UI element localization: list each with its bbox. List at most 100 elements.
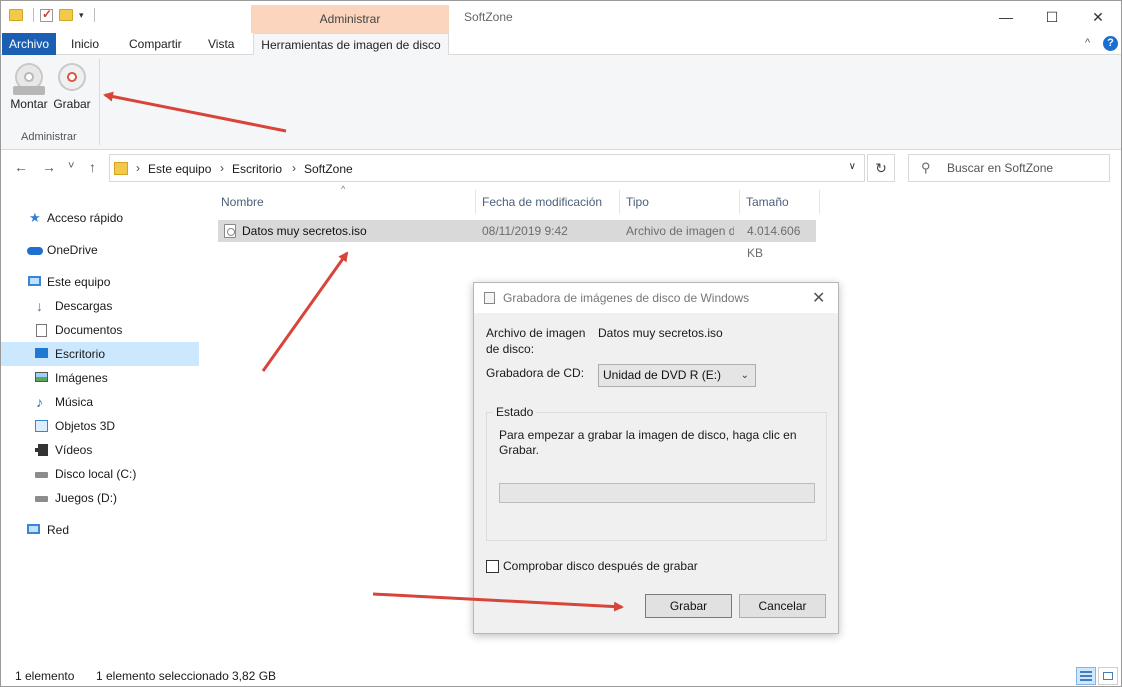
local-disk-icon <box>35 472 48 478</box>
sidebar-item-label: Escritorio <box>55 347 106 361</box>
column-divider[interactable] <box>819 190 820 214</box>
sidebar-item-onedrive[interactable]: OneDrive <box>1 238 199 262</box>
address-dropdown-icon[interactable]: ∨ <box>849 161 856 172</box>
verify-disc-checkbox[interactable] <box>486 560 499 573</box>
column-header-type[interactable]: Tipo <box>626 188 649 216</box>
mount-button[interactable]: Montar <box>8 63 50 111</box>
tab-disk-image-tools[interactable]: Herramientas de imagen de disco <box>253 33 449 56</box>
tab-compartir[interactable]: Compartir <box>119 33 192 55</box>
breadcrumb-escritorio[interactable]: Escritorio <box>232 162 282 176</box>
quick-access-toolbar: ▾ <box>9 7 95 22</box>
folder-icon <box>114 162 128 175</box>
sidebar-item-label: Imágenes <box>55 371 108 385</box>
sidebar-item-this-pc[interactable]: Este equipo <box>1 270 199 294</box>
burn-button[interactable]: Grabar <box>51 63 93 111</box>
sidebar-item-desktop[interactable]: Escritorio <box>1 342 199 366</box>
window-title: SoftZone <box>464 10 513 24</box>
dialog-title-bar: Grabadora de imágenes de disco de Window… <box>474 283 838 313</box>
sidebar-item-music[interactable]: ♪ Música <box>1 390 199 414</box>
sidebar-item-quick-access[interactable]: ★ Acceso rápido <box>1 206 199 230</box>
dialog-title: Grabadora de imágenes de disco de Window… <box>503 291 750 305</box>
videos-icon <box>35 444 48 456</box>
breadcrumb-separator[interactable]: › <box>136 161 140 175</box>
column-header-size[interactable]: Tamaño <box>746 188 789 216</box>
item-count: 1 elemento <box>15 669 75 683</box>
search-input[interactable] <box>947 160 1103 176</box>
sidebar-item-games-d[interactable]: Juegos (D:) <box>1 486 199 510</box>
tab-inicio[interactable]: Inicio <box>61 33 109 55</box>
column-header-name[interactable]: Nombre <box>221 188 264 216</box>
navigation-bar: ← → ˅ ↑ › Este equipo › Escritorio › Sof… <box>1 151 1121 185</box>
sidebar-item-label: Descargas <box>55 299 113 313</box>
new-folder-icon[interactable] <box>59 9 73 21</box>
burner-select[interactable]: Unidad de DVD R (E:) ⌄ <box>598 364 756 387</box>
file-name: Datos muy secretos.iso <box>242 224 367 238</box>
burn-dialog-button[interactable]: Grabar <box>645 594 732 618</box>
sidebar-item-label: Red <box>47 523 70 537</box>
up-arrow-icon[interactable]: ↑ <box>89 159 96 175</box>
help-icon[interactable]: ? <box>1103 36 1118 51</box>
pictures-icon <box>35 372 48 382</box>
status-bar: 1 elemento 1 elemento seleccionado 3,82 … <box>1 664 1121 686</box>
refresh-icon[interactable]: ↻ <box>867 154 895 182</box>
burner-label: Grabadora de CD: <box>486 366 585 380</box>
column-divider[interactable] <box>739 190 740 214</box>
sidebar-item-label: Documentos <box>55 323 123 337</box>
column-header-date[interactable]: Fecha de modificación <box>482 188 602 216</box>
maximize-button[interactable]: ☐ <box>1029 1 1075 33</box>
properties-icon[interactable] <box>40 7 53 22</box>
customize-toolbar-icon[interactable]: ▾ <box>79 10 84 21</box>
title-bar: ▾ Administrar SoftZone — ☐ ✕ <box>1 1 1121 33</box>
sidebar-item-documents[interactable]: Documentos <box>1 318 199 342</box>
large-icons-view-icon <box>1103 672 1113 680</box>
recent-locations-icon[interactable]: ˅ <box>68 160 74 172</box>
column-divider[interactable] <box>475 190 476 214</box>
forward-arrow-icon[interactable]: → <box>42 159 56 175</box>
sidebar-item-videos[interactable]: Vídeos <box>1 438 199 462</box>
sort-ascending-icon: ^ <box>341 184 346 194</box>
navigation-pane: ★ Acceso rápido OneDrive Este equipo ↓ D… <box>1 196 201 656</box>
address-bar[interactable]: › Este equipo › Escritorio › SoftZone ∨ <box>109 154 865 182</box>
back-arrow-icon[interactable]: ← <box>14 159 28 175</box>
column-divider[interactable] <box>619 190 620 214</box>
breadcrumb-este-equipo[interactable]: Este equipo <box>148 162 211 176</box>
file-date: 08/11/2019 9:42 <box>482 224 568 238</box>
cancel-button[interactable]: Cancelar <box>739 594 826 618</box>
sidebar-item-label: OneDrive <box>47 243 98 257</box>
drive-icon <box>35 496 48 502</box>
details-view-button[interactable] <box>1076 667 1096 685</box>
image-file-value: Datos muy secretos.iso <box>598 326 723 340</box>
music-icon: ♪ <box>36 394 43 410</box>
file-row[interactable]: Datos muy secretos.iso 08/11/2019 9:42 A… <box>218 220 816 260</box>
close-button[interactable]: ✕ <box>1075 1 1121 33</box>
search-box[interactable]: ⚲ <box>908 154 1110 182</box>
folder-icon[interactable] <box>9 9 23 21</box>
tab-archivo[interactable]: Archivo <box>2 33 56 55</box>
toolbar-divider <box>33 8 34 22</box>
collapse-ribbon-icon[interactable]: ^ <box>1085 37 1090 49</box>
status-group: Estado Para empezar a grabar la imagen d… <box>486 405 827 541</box>
sidebar-item-label: Acceso rápido <box>47 211 124 225</box>
ribbon-tabs: Archivo Inicio Compartir Vista Herramien… <box>1 33 1121 56</box>
image-file-label: Archivo de imagen de disco: <box>486 326 586 356</box>
disc-image-file-icon <box>224 224 236 238</box>
sidebar-item-pictures[interactable]: Imágenes <box>1 366 199 390</box>
breadcrumb-separator[interactable]: › <box>220 161 224 175</box>
search-icon: ⚲ <box>921 160 931 175</box>
document-icon <box>36 324 47 337</box>
sidebar-item-local-disk-c[interactable]: Disco local (C:) <box>1 462 199 486</box>
network-icon <box>27 524 40 534</box>
selected-count: 1 elemento seleccionado <box>96 669 229 683</box>
sidebar-item-3d-objects[interactable]: Objetos 3D <box>1 414 199 438</box>
sidebar-item-network[interactable]: Red <box>1 518 199 542</box>
dialog-close-icon[interactable]: ✕ <box>812 288 825 308</box>
breadcrumb-separator[interactable]: › <box>292 161 296 175</box>
large-icons-view-button[interactable] <box>1098 667 1118 685</box>
minimize-button[interactable]: — <box>983 1 1029 33</box>
tab-vista[interactable]: Vista <box>198 33 244 55</box>
breadcrumb-softzone[interactable]: SoftZone <box>304 162 353 176</box>
toolbar-divider <box>93 8 95 22</box>
burn-progress-bar <box>499 483 815 503</box>
verify-disc-label[interactable]: Comprobar disco después de grabar <box>503 559 698 573</box>
sidebar-item-downloads[interactable]: ↓ Descargas <box>1 294 199 318</box>
